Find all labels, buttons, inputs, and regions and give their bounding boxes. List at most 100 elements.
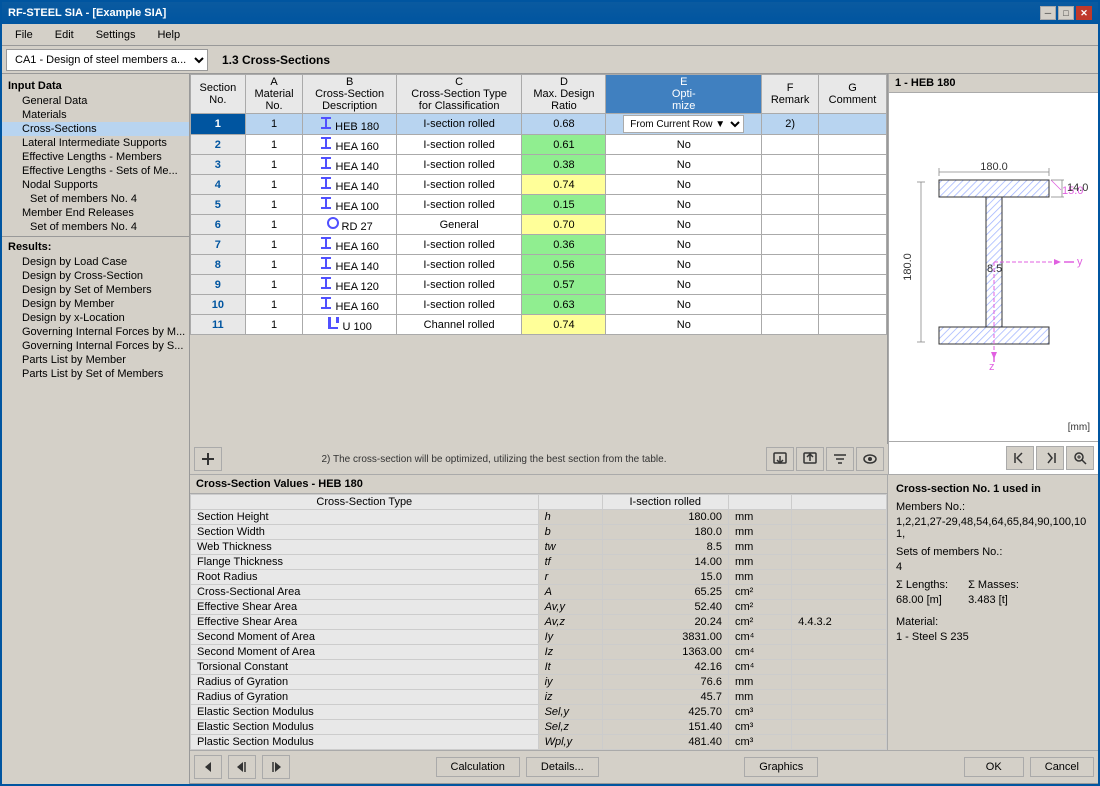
cs-row-unit: cm⁴: [728, 630, 791, 645]
sidebar-item-set-members-4a[interactable]: Set of members No. 4: [2, 192, 189, 206]
sidebar-item-parts-list-member[interactable]: Parts List by Member: [2, 353, 189, 367]
cs-row-name: Elastic Section Modulus: [191, 720, 539, 735]
minimize-button[interactable]: ─: [1040, 6, 1056, 20]
main-table-container[interactable]: SectionNo. AMaterialNo. BCross-SectionDe…: [190, 74, 888, 444]
cell-ratio: 0.74: [522, 315, 606, 335]
menu-file[interactable]: File: [6, 26, 42, 44]
cs-zoom-button[interactable]: [1066, 446, 1094, 470]
cell-ratio: 0.70: [522, 215, 606, 235]
cs-masses-label: Σ Masses:: [968, 579, 1019, 591]
col-header-d-type: CCross-Section Typefor Classification: [396, 75, 522, 114]
sidebar-item-general-data[interactable]: General Data: [2, 94, 189, 108]
cell-optimize: No: [606, 295, 762, 315]
sidebar-item-parts-list-set[interactable]: Parts List by Set of Members: [2, 367, 189, 381]
cell-type: I-section rolled: [396, 135, 522, 155]
sidebar-item-set-members-4b[interactable]: Set of members No. 4: [2, 220, 189, 234]
sidebar-divider: [2, 236, 189, 237]
col-header-a: SectionNo.: [191, 75, 246, 114]
cell-ratio: 0.56: [522, 255, 606, 275]
eye-button[interactable]: [856, 447, 884, 471]
cell-type: I-section rolled: [396, 255, 522, 275]
table-btn-row: 2) The cross-section will be optimized, …: [190, 444, 888, 474]
sidebar-item-design-cross-section[interactable]: Design by Cross-Section: [2, 269, 189, 283]
cell-optimize: No: [606, 175, 762, 195]
cs-masses-value: 3.483 [t]: [968, 594, 1019, 606]
cs-row-name: Web Thickness: [191, 540, 539, 555]
nav-back-button[interactable]: [194, 755, 222, 779]
nav-last-button[interactable]: [262, 755, 290, 779]
sidebar-item-eff-lengths-members[interactable]: Effective Lengths - Members: [2, 150, 189, 164]
sidebar-item-design-x-location[interactable]: Design by x-Location: [2, 311, 189, 325]
cs-row-name: Cross-Sectional Area: [191, 585, 539, 600]
sidebar-item-cross-sections[interactable]: Cross-Sections: [2, 122, 189, 136]
cancel-button[interactable]: Cancel: [1030, 757, 1094, 777]
sidebar-item-lateral-supports[interactable]: Lateral Intermediate Supports: [2, 136, 189, 150]
window-controls: ─ □ ✕: [1040, 6, 1092, 20]
cell-remark: [762, 275, 819, 295]
cell-desc: HEA 100: [303, 195, 397, 215]
cell-material-no: 1: [245, 155, 303, 175]
cs-material-value: 1 - Steel S 235: [896, 631, 1090, 643]
cross-section-viewer: 1 - HEB 180 180.0 180.0: [888, 74, 1098, 474]
cs-row-name: Effective Shear Area: [191, 600, 539, 615]
cs-row-name: Elastic Section Modulus: [191, 705, 539, 720]
cell-section-no: 8: [191, 255, 246, 275]
nav-first-button[interactable]: [228, 755, 256, 779]
cs-row-val: 20.24: [602, 615, 728, 630]
cs-row-note: [792, 570, 887, 585]
cs-row-unit: cm⁴: [728, 645, 791, 660]
sidebar-item-design-member[interactable]: Design by Member: [2, 297, 189, 311]
cs-row-name: Second Moment of Area: [191, 630, 539, 645]
sidebar-item-member-end-releases[interactable]: Member End Releases: [2, 206, 189, 220]
cell-desc: HEA 140: [303, 255, 397, 275]
sidebar-item-eff-lengths-sets[interactable]: Effective Lengths - Sets of Me...: [2, 164, 189, 178]
menu-settings[interactable]: Settings: [87, 26, 145, 44]
ok-button[interactable]: OK: [964, 757, 1024, 777]
cs-row-val: 481.40: [602, 735, 728, 750]
details-button[interactable]: Details...: [526, 757, 599, 777]
cell-optimize: No: [606, 215, 762, 235]
cell-comment: [819, 175, 887, 195]
cs-sets-value: 4: [896, 561, 1090, 573]
graphics-button[interactable]: Graphics: [744, 757, 818, 777]
main-window: RF-STEEL SIA - [Example SIA] ─ □ ✕ File …: [0, 0, 1100, 786]
cell-material-no: 1: [245, 255, 303, 275]
export-button[interactable]: [766, 447, 794, 471]
cell-ratio: 0.38: [522, 155, 606, 175]
cs-row-unit: mm: [728, 690, 791, 705]
cs-row-unit: cm⁴: [728, 660, 791, 675]
sidebar-item-gov-int-forces-s[interactable]: Governing Internal Forces by S...: [2, 339, 189, 353]
filter-button[interactable]: [826, 447, 854, 471]
cs-row-note: [792, 600, 887, 615]
menu-edit[interactable]: Edit: [46, 26, 83, 44]
svg-text:14.0: 14.0: [1067, 182, 1088, 194]
sidebar-item-design-load-case[interactable]: Design by Load Case: [2, 255, 189, 269]
cell-remark: [762, 315, 819, 335]
import-button[interactable]: [796, 447, 824, 471]
cell-optimize[interactable]: From Current Row ▼: [606, 114, 762, 135]
sidebar-item-gov-int-forces-m[interactable]: Governing Internal Forces by M...: [2, 325, 189, 339]
cs-prev-button[interactable]: [1006, 446, 1034, 470]
add-row-button[interactable]: [194, 447, 222, 471]
cell-type: I-section rolled: [396, 275, 522, 295]
input-data-label: Input Data: [2, 78, 189, 94]
cs-row-note: [792, 735, 887, 750]
cell-comment: [819, 235, 887, 255]
sidebar-item-design-set-members[interactable]: Design by Set of Members: [2, 283, 189, 297]
cell-section-no: 4: [191, 175, 246, 195]
sidebar-item-materials[interactable]: Materials: [2, 108, 189, 122]
maximize-button[interactable]: □: [1058, 6, 1074, 20]
sidebar-item-nodal-supports[interactable]: Nodal Supports: [2, 178, 189, 192]
cell-desc: HEA 160: [303, 235, 397, 255]
calculation-button[interactable]: Calculation: [436, 757, 520, 777]
case-dropdown[interactable]: CA1 - Design of steel members a...: [6, 49, 208, 71]
menu-help[interactable]: Help: [148, 26, 189, 44]
optimize-select[interactable]: From Current Row ▼: [623, 115, 744, 133]
cell-material-no: 1: [245, 175, 303, 195]
cs-row-note: [792, 630, 887, 645]
cs-row-note: [792, 660, 887, 675]
cs-export-button[interactable]: [1036, 446, 1064, 470]
svg-text:180.0: 180.0: [980, 161, 1008, 173]
close-button[interactable]: ✕: [1076, 6, 1092, 20]
cs-row-unit: mm: [728, 525, 791, 540]
